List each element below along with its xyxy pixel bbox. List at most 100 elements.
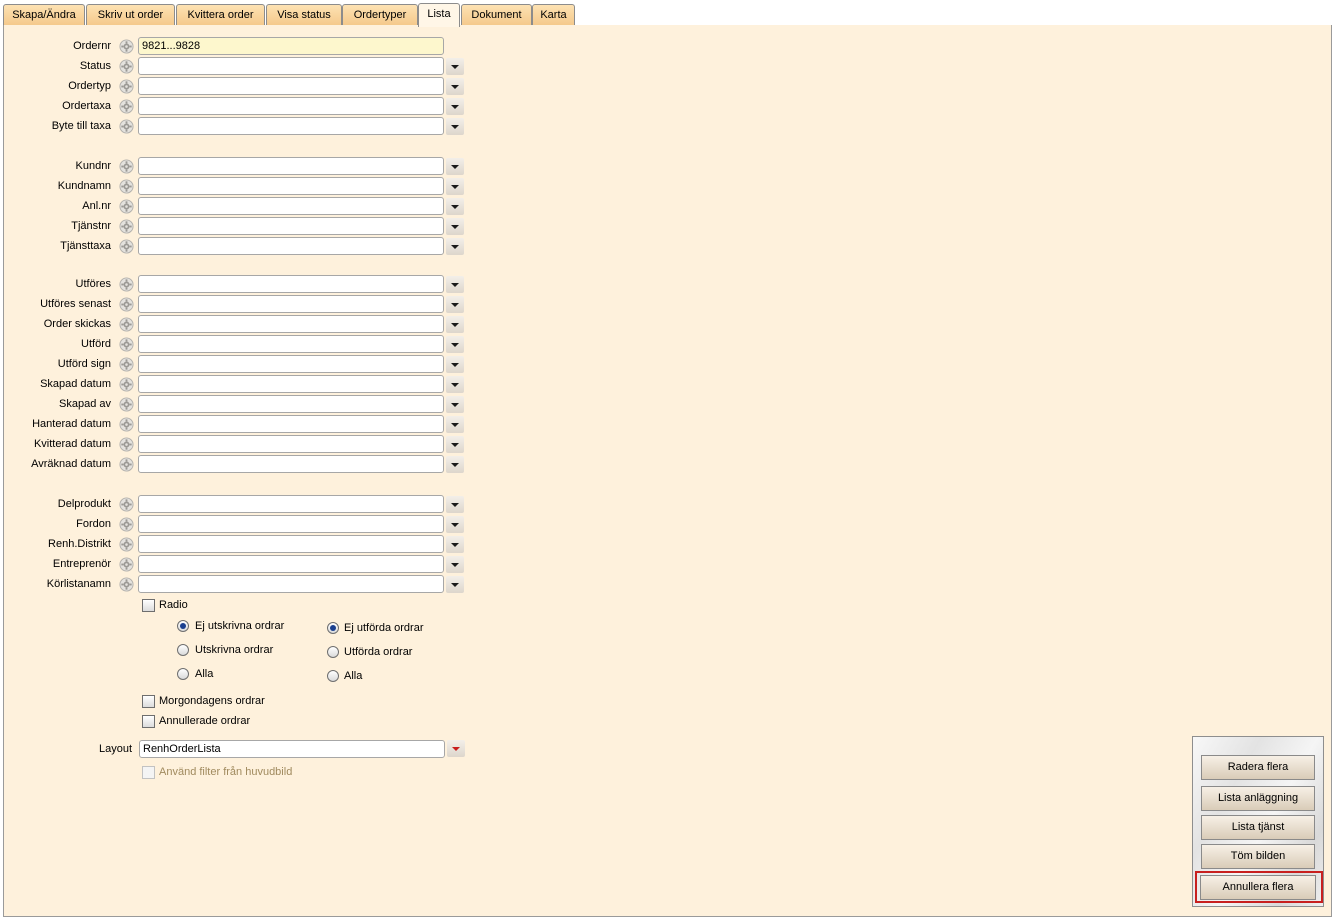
ordernr-input[interactable]: 9821...9828	[138, 37, 444, 55]
lista-anlaggning-button[interactable]: Lista anläggning	[1201, 786, 1315, 811]
radio-checkbox[interactable]	[142, 599, 155, 612]
entreprenor-input[interactable]	[138, 555, 444, 573]
gear-icon[interactable]	[118, 238, 135, 255]
skapad-datum-input[interactable]	[138, 375, 444, 393]
gear-icon[interactable]	[118, 178, 135, 195]
gear-icon[interactable]	[118, 316, 135, 333]
gear-icon[interactable]	[118, 218, 135, 235]
gear-icon[interactable]	[118, 78, 135, 95]
gear-icon[interactable]	[118, 456, 135, 473]
ordertaxa-input[interactable]	[138, 97, 444, 115]
morgondagens-checkbox[interactable]	[142, 695, 155, 708]
kundnr-label: Kundnr	[75, 160, 111, 172]
gear-icon[interactable]	[118, 38, 135, 55]
radera-flera-button[interactable]: Radera flera	[1201, 755, 1315, 780]
utford-sign-input[interactable]	[138, 355, 444, 373]
ordertyp-input[interactable]	[138, 77, 444, 95]
radio-ej-utskrivna[interactable]	[177, 620, 189, 632]
gear-icon[interactable]	[118, 436, 135, 453]
kundnamn-dropdown-button[interactable]	[446, 178, 464, 195]
tab-karta[interactable]: Karta	[532, 4, 575, 26]
order-skickas-dropdown-button[interactable]	[446, 316, 464, 333]
delprodukt-dropdown-button[interactable]	[446, 496, 464, 513]
avraknad-datum-input[interactable]	[138, 455, 444, 473]
utfores-dropdown-button[interactable]	[446, 276, 464, 293]
gear-icon[interactable]	[118, 336, 135, 353]
renh-distrikt-dropdown-button[interactable]	[446, 536, 464, 553]
gear-icon[interactable]	[118, 496, 135, 513]
utfores-senast-input[interactable]	[138, 295, 444, 313]
skapad-av-dropdown-button[interactable]	[446, 396, 464, 413]
annullera-flera-button[interactable]: Annullera flera	[1200, 875, 1316, 900]
ordertyp-dropdown-button[interactable]	[446, 78, 464, 95]
radio-utforda[interactable]	[327, 646, 339, 658]
status-dropdown-button[interactable]	[446, 58, 464, 75]
hanterad-datum-input[interactable]	[138, 415, 444, 433]
radio-ej-utforda[interactable]	[327, 622, 339, 634]
korlistanamn-input[interactable]	[138, 575, 444, 593]
gear-icon[interactable]	[118, 576, 135, 593]
hanterad-datum-dropdown-button[interactable]	[446, 416, 464, 433]
skapad-av-input[interactable]	[138, 395, 444, 413]
fordon-input[interactable]	[138, 515, 444, 533]
tom-bilden-button[interactable]: Töm bilden	[1201, 844, 1315, 869]
anl-nr-dropdown-button[interactable]	[446, 198, 464, 215]
tjansttaxa-input[interactable]	[138, 237, 444, 255]
tjanstnr-dropdown-button[interactable]	[446, 218, 464, 235]
gear-icon[interactable]	[118, 118, 135, 135]
delprodukt-input[interactable]	[138, 495, 444, 513]
gear-icon[interactable]	[118, 516, 135, 533]
tab-dokument[interactable]: Dokument	[461, 4, 532, 26]
ordertaxa-dropdown-button[interactable]	[446, 98, 464, 115]
gear-icon[interactable]	[118, 198, 135, 215]
entreprenor-dropdown-button[interactable]	[446, 556, 464, 573]
gear-icon[interactable]	[118, 376, 135, 393]
korlistanamn-dropdown-button[interactable]	[446, 576, 464, 593]
gear-icon[interactable]	[118, 356, 135, 373]
anl-nr-input[interactable]	[138, 197, 444, 215]
gear-icon[interactable]	[118, 98, 135, 115]
kundnamn-input[interactable]	[138, 177, 444, 195]
kundnr-input[interactable]	[138, 157, 444, 175]
layout-dropdown-button[interactable]	[447, 740, 465, 757]
chevron-down-icon	[451, 244, 459, 249]
gear-icon[interactable]	[118, 536, 135, 553]
gear-icon[interactable]	[118, 276, 135, 293]
gear-icon[interactable]	[118, 158, 135, 175]
byte-till-taxa-input[interactable]	[138, 117, 444, 135]
status-input[interactable]	[138, 57, 444, 75]
gear-icon[interactable]	[118, 416, 135, 433]
tab-visa-status[interactable]: Visa status	[266, 4, 342, 26]
layout-select[interactable]: RenhOrderLista	[139, 740, 445, 758]
tab-kvittera-order[interactable]: Kvittera order	[176, 4, 265, 26]
kvitterad-datum-dropdown-button[interactable]	[446, 436, 464, 453]
tab-skapa-andra[interactable]: Skapa/Ändra	[3, 4, 85, 26]
renh-distrikt-input[interactable]	[138, 535, 444, 553]
avraknad-datum-dropdown-button[interactable]	[446, 456, 464, 473]
radio-utskrivna[interactable]	[177, 644, 189, 656]
gear-icon[interactable]	[118, 58, 135, 75]
skapad-datum-dropdown-button[interactable]	[446, 376, 464, 393]
tab-lista[interactable]: Lista	[418, 3, 460, 27]
gear-icon[interactable]	[118, 396, 135, 413]
utfores-input[interactable]	[138, 275, 444, 293]
gear-icon[interactable]	[118, 556, 135, 573]
radio-alla-utforande[interactable]	[327, 670, 339, 682]
order-skickas-input[interactable]	[138, 315, 444, 333]
tjanstnr-input[interactable]	[138, 217, 444, 235]
lista-tjanst-button[interactable]: Lista tjänst	[1201, 815, 1315, 840]
kvitterad-datum-input[interactable]	[138, 435, 444, 453]
radio-alla-utskrift[interactable]	[177, 668, 189, 680]
utford-input[interactable]	[138, 335, 444, 353]
byte-till-taxa-dropdown-button[interactable]	[446, 118, 464, 135]
gear-icon[interactable]	[118, 296, 135, 313]
utford-dropdown-button[interactable]	[446, 336, 464, 353]
annullerade-checkbox[interactable]	[142, 715, 155, 728]
fordon-dropdown-button[interactable]	[446, 516, 464, 533]
kundnr-dropdown-button[interactable]	[446, 158, 464, 175]
utfores-senast-dropdown-button[interactable]	[446, 296, 464, 313]
tjansttaxa-dropdown-button[interactable]	[446, 238, 464, 255]
tab-skriv-ut-order[interactable]: Skriv ut order	[86, 4, 175, 26]
utford-sign-dropdown-button[interactable]	[446, 356, 464, 373]
tab-ordertyper[interactable]: Ordertyper	[342, 4, 418, 26]
